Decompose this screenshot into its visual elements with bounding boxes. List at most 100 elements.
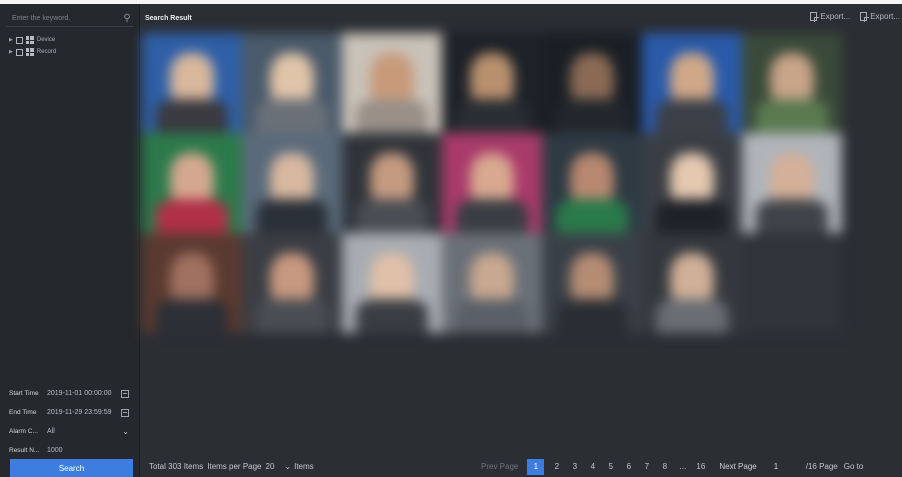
export-icon xyxy=(810,12,820,22)
thumbnail-image xyxy=(356,199,428,233)
expand-arrow-icon[interactable]: ▶ xyxy=(9,49,13,55)
alarm-category-row: Alarm C... All ⌄ xyxy=(0,422,140,441)
result-thumbnail[interactable] xyxy=(242,33,342,133)
items-per-page-select[interactable]: ⌄ Items xyxy=(284,462,313,471)
thumbnail-image xyxy=(456,99,528,133)
thumbnail-image xyxy=(456,199,528,233)
result-number-field[interactable]: 1000 xyxy=(45,443,133,458)
items-per-page-label: Items per Page xyxy=(207,462,262,471)
result-thumbnail[interactable] xyxy=(142,233,242,333)
chevron-down-icon[interactable]: ⌄ xyxy=(284,462,291,471)
end-time-row: End Time 2019-11-29 23:59:59 xyxy=(0,403,140,422)
pagination-bar: Total 303 Items Items per Page 20 ⌄ Item… xyxy=(141,456,902,477)
search-icon[interactable]: ⚲ xyxy=(120,11,134,25)
page-number[interactable]: 3 xyxy=(569,459,580,475)
result-thumbnail[interactable] xyxy=(142,133,242,233)
tree-item-device[interactable]: ▶ Device xyxy=(9,34,56,46)
total-items: Total 303 Items xyxy=(149,462,204,471)
page-number[interactable]: 1 xyxy=(527,458,545,475)
page-number[interactable]: 8 xyxy=(659,459,670,475)
go-to-button[interactable]: Go to xyxy=(844,462,864,471)
expand-arrow-icon[interactable]: ▶ xyxy=(9,37,13,43)
keyword-search[interactable]: Enter the keyword. ⚲ xyxy=(6,10,134,27)
export-button-2[interactable]: Export... xyxy=(860,12,900,22)
result-thumbnail[interactable] xyxy=(142,33,242,133)
search-button[interactable]: Search xyxy=(10,459,133,477)
page-ellipsis[interactable]: ... xyxy=(677,459,688,475)
page-title: Search Result xyxy=(145,15,192,22)
start-time-value[interactable]: 2019-11-01 00:00:00 xyxy=(47,390,121,397)
search-input[interactable]: Enter the keyword. xyxy=(6,15,120,22)
thumbnail-image xyxy=(256,99,328,133)
thumbnail-image xyxy=(356,299,428,333)
page-total: /16 Page xyxy=(805,462,838,471)
record-checkbox[interactable] xyxy=(15,48,23,56)
export-label: Export... xyxy=(820,12,851,21)
thumbnail-image xyxy=(556,99,628,133)
end-time-label: End Time xyxy=(9,409,37,416)
start-time-field[interactable]: 2019-11-01 00:00:00 xyxy=(45,386,133,401)
result-thumbnail[interactable] xyxy=(442,33,542,133)
main-panel: Search Result Export... Export... Total … xyxy=(141,4,902,477)
result-thumbnail[interactable] xyxy=(242,233,342,333)
tree-item-record[interactable]: ▶ Record xyxy=(9,46,56,58)
items-per-page-value[interactable]: 20 xyxy=(266,462,275,471)
result-thumbnail[interactable] xyxy=(742,233,842,333)
page-number[interactable]: 4 xyxy=(587,459,598,475)
page-number[interactable]: 2 xyxy=(551,459,562,475)
tree-item-label: Record xyxy=(36,49,57,55)
result-thumbnail[interactable] xyxy=(742,33,842,133)
end-time-value[interactable]: 2019-11-29 23:59:59 xyxy=(47,409,121,416)
result-thumbnail[interactable] xyxy=(342,233,442,333)
start-time-row: Start Time 2019-11-01 00:00:00 xyxy=(0,384,140,403)
pager: Prev Page 1 2 3 4 5 6 7 8 ... 16 Next Pa… xyxy=(481,456,863,477)
result-number-value[interactable]: 1000 xyxy=(47,447,133,454)
thumbnail-image xyxy=(156,299,228,333)
result-thumbnail[interactable] xyxy=(342,133,442,233)
calendar-icon[interactable] xyxy=(121,389,129,398)
thumbnail-image xyxy=(156,199,228,233)
page-number[interactable]: 6 xyxy=(623,459,634,475)
result-thumbnail[interactable] xyxy=(642,33,742,133)
items-suffix: Items xyxy=(294,462,314,471)
result-thumbnail[interactable] xyxy=(442,133,542,233)
thumbnail-image xyxy=(156,99,228,133)
next-page-button[interactable]: Next Page xyxy=(719,462,756,471)
start-time-label: Start Time xyxy=(9,390,39,397)
result-thumbnail[interactable] xyxy=(542,33,642,133)
end-time-field[interactable]: 2019-11-29 23:59:59 xyxy=(45,405,133,420)
prev-page-button[interactable]: Prev Page xyxy=(481,462,518,471)
result-thumbnail[interactable] xyxy=(742,133,842,233)
export-label: Export... xyxy=(870,12,900,21)
device-checkbox[interactable] xyxy=(15,36,23,44)
thumbnail-image xyxy=(656,199,728,233)
page-jump-input[interactable]: 1 xyxy=(774,462,794,471)
page-number[interactable]: 16 xyxy=(695,459,706,475)
result-thumbnail[interactable] xyxy=(342,33,442,133)
app-window: Enter the keyword. ⚲ ▶ Device ▶ Record S… xyxy=(0,4,902,477)
result-thumbnail[interactable] xyxy=(542,133,642,233)
tree-item-label: Device xyxy=(36,37,56,43)
thumbnail-image xyxy=(256,199,328,233)
chevron-down-icon[interactable]: ⌄ xyxy=(122,427,129,436)
sidebar: Enter the keyword. ⚲ ▶ Device ▶ Record S… xyxy=(0,4,140,477)
search-conditions: Start Time 2019-11-01 00:00:00 End Time … xyxy=(0,384,140,460)
result-thumbnail-grid xyxy=(142,33,842,333)
thumbnail-image xyxy=(456,299,528,333)
thumbnail-image xyxy=(256,299,328,333)
result-thumbnail[interactable] xyxy=(642,233,742,333)
result-thumbnail[interactable] xyxy=(242,133,342,233)
export-icon xyxy=(860,12,870,22)
page-number[interactable]: 5 xyxy=(605,459,616,475)
result-thumbnail[interactable] xyxy=(642,133,742,233)
calendar-icon[interactable] xyxy=(121,408,129,417)
result-thumbnail[interactable] xyxy=(542,233,642,333)
record-group-icon xyxy=(25,48,34,56)
thumbnail-image xyxy=(656,299,728,333)
page-number[interactable]: 7 xyxy=(641,459,652,475)
export-button-1[interactable]: Export... xyxy=(810,12,851,22)
result-number-row: Result N... 1000 xyxy=(0,441,140,460)
alarm-category-select[interactable]: All ⌄ xyxy=(45,424,133,439)
alarm-category-value[interactable]: All xyxy=(47,428,122,435)
result-thumbnail[interactable] xyxy=(442,233,542,333)
